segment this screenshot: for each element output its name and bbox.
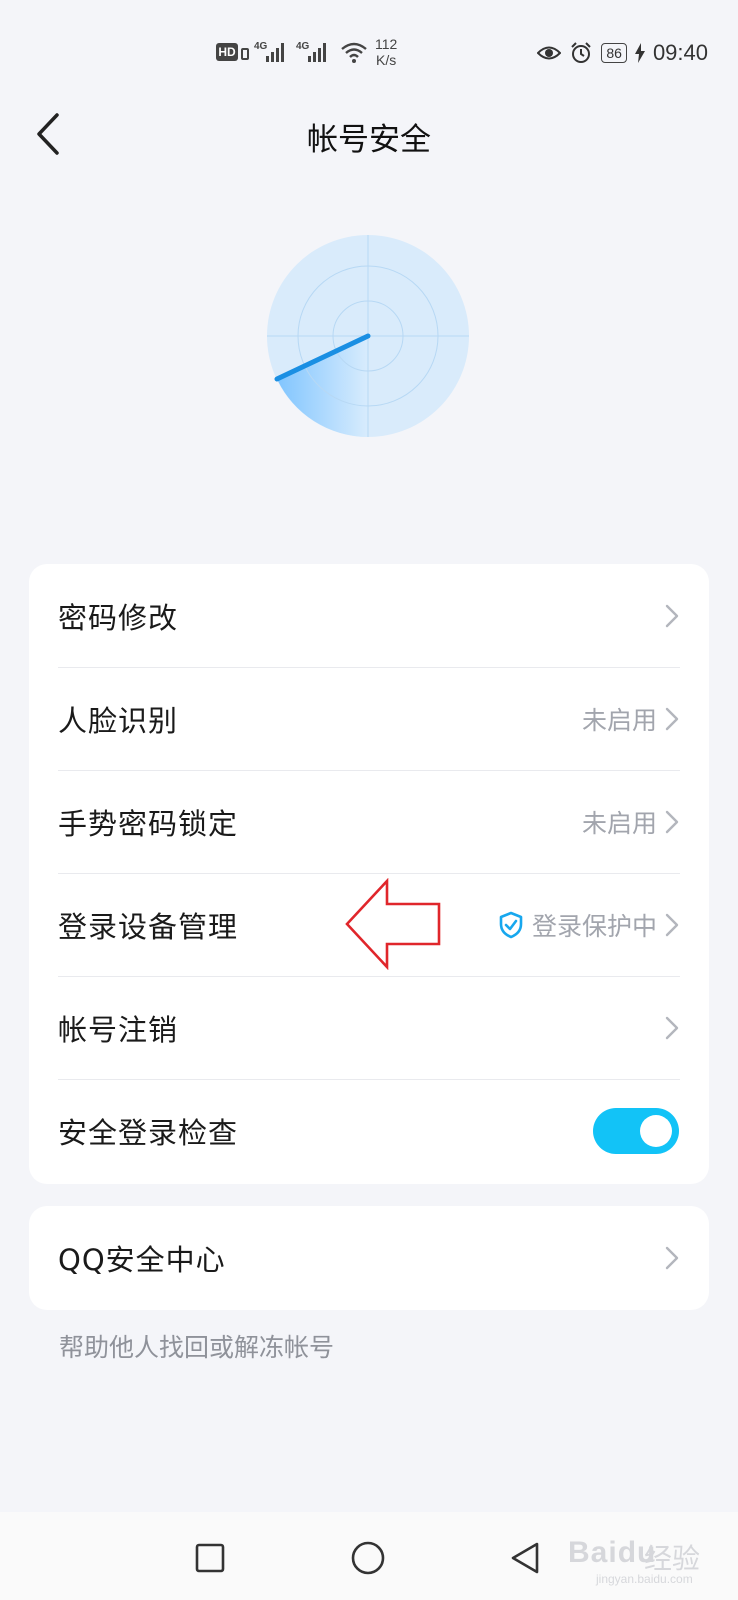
square-recent-icon [195,1543,225,1573]
hd-icon: HD [216,43,238,61]
circle-home-icon [351,1541,385,1575]
row-gesture-lock[interactable]: 手势密码锁定 未启用 [29,770,709,873]
signal-icon [308,43,326,62]
row-label: QQ安全中心 [58,1243,226,1277]
account-security-list: 密码修改 人脸识别 未启用 手势密码锁定 未启用 登录设备管理 登录保护中 帐号… [29,564,709,1184]
watermark-text: 经验 [644,1542,701,1575]
row-face-recognition[interactable]: 人脸识别 未启用 [29,667,709,770]
row-label: 登录设备管理 [58,909,239,944]
network-speed: 112 K/s [375,36,397,68]
row-right [593,1107,679,1154]
chevron-right-icon [665,1246,679,1270]
hd-lock-icon [241,48,249,60]
nav-bar: 帐号安全 [0,100,738,170]
row-right: 未启用 [582,701,679,737]
row-status: 未启用 [581,808,657,838]
row-label: 密码修改 [58,600,179,635]
row-right [665,604,679,628]
row-label: 安全登录检查 [58,1115,239,1150]
battery-icon: 86 [601,43,627,63]
toggle-knob [640,1114,672,1147]
watermark-url: jingyan.baidu.com [596,1572,693,1586]
chevron-right-icon [665,1016,679,1039]
back-nav-button[interactable] [505,1538,545,1578]
alarm-icon [571,42,592,63]
eye-icon [537,46,562,60]
row-status: 未启用 [581,705,657,735]
wifi-icon [341,42,367,63]
row-label: 手势密码锁定 [58,806,239,841]
row-account-cancellation[interactable]: 帐号注销 [29,976,709,1079]
row-status: 登录保护中 [531,911,657,941]
row-secure-login-check: 安全登录检查 [29,1079,709,1182]
page-title: 帐号安全 [307,122,431,158]
status-bar: HD 4G 4G 112 K/s 86 09:40 [0,0,738,110]
status-right: 86 09:40 [537,38,708,68]
row-qq-security-center[interactable]: QQ安全中心 [29,1206,709,1310]
shield-check-icon [499,911,523,938]
radar-scan-icon [267,235,469,437]
row-right: 登录保护中 [498,907,679,943]
qq-security-center-card: QQ安全中心 [29,1206,709,1310]
row-label: 帐号注销 [58,1012,179,1047]
row-password-change[interactable]: 密码修改 [29,564,709,667]
secure-login-toggle[interactable] [593,1107,679,1154]
red-outline-arrow-icon [345,878,441,970]
speed-value: 112 [375,36,398,52]
baidu-jingyan-watermark: Baidu 经验 jingyan.baidu.com [548,1506,718,1592]
chevron-right-icon [665,707,679,730]
charging-icon [634,43,645,63]
row-label: 人脸识别 [58,703,179,738]
recent-apps-button[interactable] [190,1538,230,1578]
chevron-right-icon [665,913,679,936]
chevron-right-icon [665,810,679,833]
clock: 09:40 [652,40,708,65]
chevron-right-icon [665,604,679,627]
row-right [665,1016,679,1040]
help-others-recover-link[interactable]: 帮助他人找回或解冻帐号 [59,1328,334,1364]
watermark-brand-part1: Bai [568,1536,618,1569]
triangle-back-icon [511,1542,539,1574]
speed-unit: K/s [376,52,397,68]
row-right [665,1246,679,1270]
signal-icon [266,43,284,62]
home-button[interactable] [348,1538,388,1578]
row-right: 未启用 [582,804,679,840]
